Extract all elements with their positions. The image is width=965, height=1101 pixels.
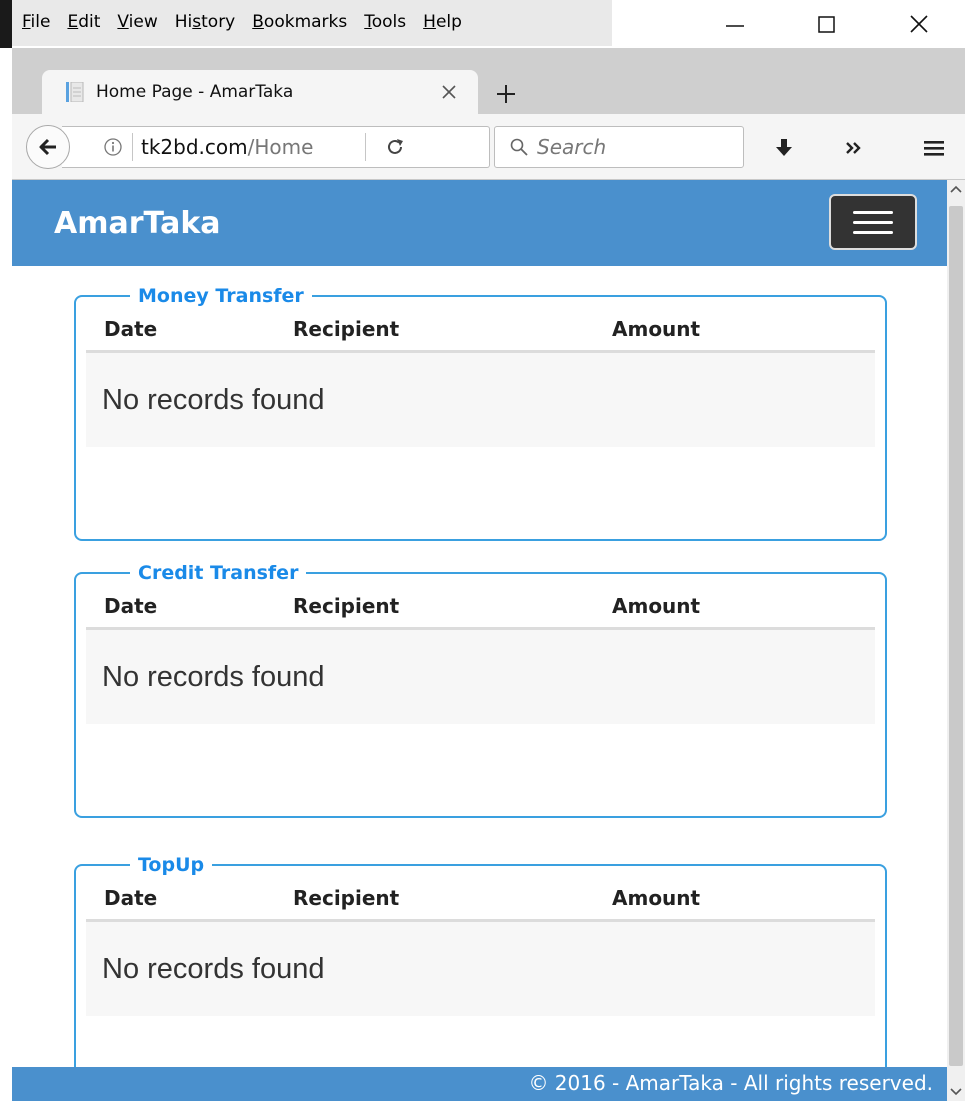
empty-row: No records found xyxy=(86,630,875,724)
panel-title: TopUp xyxy=(138,854,205,876)
new-tab-button[interactable] xyxy=(486,74,526,114)
panel-title: Money Transfer xyxy=(138,285,304,307)
column-amount: Amount xyxy=(612,593,701,618)
empty-row: No records found xyxy=(86,353,875,447)
plus-icon xyxy=(497,85,515,103)
tab-strip: Home Page - AmarTaka xyxy=(12,48,965,114)
maximize-button[interactable] xyxy=(781,0,873,48)
window-controls xyxy=(689,0,965,48)
minimize-icon xyxy=(726,25,744,27)
url-bar[interactable]: tk2bd.com/Home xyxy=(62,126,490,168)
column-amount: Amount xyxy=(612,316,701,341)
close-tab-button[interactable] xyxy=(428,71,470,113)
column-recipient: Recipient xyxy=(293,885,400,910)
site-nav-toggle-button[interactable] xyxy=(829,194,917,250)
tab-title: Home Page - AmarTaka xyxy=(96,82,294,102)
column-recipient: Recipient xyxy=(293,593,400,618)
back-button[interactable] xyxy=(26,125,70,169)
empty-row: No records found xyxy=(86,922,875,1016)
reload-button[interactable] xyxy=(366,127,424,167)
menu-edit[interactable]: Edit xyxy=(67,12,100,32)
chevron-up-icon xyxy=(950,185,962,193)
menu-history[interactable]: History xyxy=(175,12,236,32)
menu-bookmarks[interactable]: Bookmarks xyxy=(252,12,347,32)
menu-button[interactable] xyxy=(912,126,956,170)
hamburger-menu-icon xyxy=(924,141,944,156)
menu-bar: File Edit View History Bookmarks Tools H… xyxy=(12,0,612,46)
url-text[interactable]: tk2bd.com/Home xyxy=(141,135,363,159)
scroll-down-button[interactable] xyxy=(947,1083,965,1101)
column-recipient: Recipient xyxy=(293,316,400,341)
nav-toggle-bar xyxy=(853,210,893,214)
column-date: Date xyxy=(104,316,158,341)
url-separator xyxy=(132,133,133,161)
menu-file[interactable]: File xyxy=(22,12,50,32)
reload-icon xyxy=(388,139,403,154)
menu-help[interactable]: Help xyxy=(423,12,462,32)
menu-view[interactable]: View xyxy=(117,12,157,32)
minimize-button[interactable] xyxy=(689,0,781,48)
nav-toggle-bar xyxy=(853,220,893,224)
menu-tools[interactable]: Tools xyxy=(364,12,406,32)
table-header: Date Recipient Amount xyxy=(86,307,875,353)
overflow-button[interactable] xyxy=(832,126,876,170)
vertical-scrollbar[interactable] xyxy=(947,180,965,1101)
page-icon xyxy=(66,82,84,102)
scroll-up-button[interactable] xyxy=(947,180,965,198)
table-header: Date Recipient Amount xyxy=(86,876,875,922)
navigation-toolbar: tk2bd.com/Home Search xyxy=(12,114,965,180)
close-icon xyxy=(910,15,928,33)
search-icon xyxy=(510,138,528,156)
search-bar[interactable]: Search xyxy=(494,126,744,168)
panel-title: Credit Transfer xyxy=(138,562,299,584)
credit-transfer-panel: Credit Transfer Date Recipient Amount No… xyxy=(74,562,887,818)
downloads-button[interactable] xyxy=(762,126,806,170)
column-amount: Amount xyxy=(612,885,701,910)
download-icon xyxy=(776,139,792,156)
nav-toggle-bar xyxy=(853,230,893,234)
scrollbar-thumb[interactable] xyxy=(949,206,963,1066)
tab-home-page[interactable]: Home Page - AmarTaka xyxy=(42,70,478,114)
chevron-down-icon xyxy=(950,1088,962,1096)
info-circle-icon xyxy=(104,138,122,156)
column-date: Date xyxy=(104,885,158,910)
search-placeholder: Search xyxy=(537,135,607,159)
column-date: Date xyxy=(104,593,158,618)
double-chevron-right-icon xyxy=(846,142,861,154)
table-header: Date Recipient Amount xyxy=(86,584,875,630)
site-brand[interactable]: AmarTaka xyxy=(54,206,221,241)
info-icon[interactable] xyxy=(94,127,132,167)
site-footer: © 2016 - AmarTaka - All rights reserved. xyxy=(12,1067,947,1101)
maximize-icon xyxy=(818,16,835,33)
close-window-button[interactable] xyxy=(873,0,965,48)
close-icon xyxy=(442,85,456,99)
site-header: AmarTaka xyxy=(12,180,947,266)
footer-copyright: © 2016 - AmarTaka - All rights reserved. xyxy=(528,1071,933,1095)
page-viewport: AmarTaka Money Transfer Date Recipient A… xyxy=(12,180,947,1101)
back-arrow-icon xyxy=(39,138,56,156)
window-titlebar: File Edit View History Bookmarks Tools H… xyxy=(0,0,965,48)
money-transfer-panel: Money Transfer Date Recipient Amount No … xyxy=(74,285,887,541)
topup-panel: TopUp Date Recipient Amount No records f… xyxy=(74,854,887,1101)
